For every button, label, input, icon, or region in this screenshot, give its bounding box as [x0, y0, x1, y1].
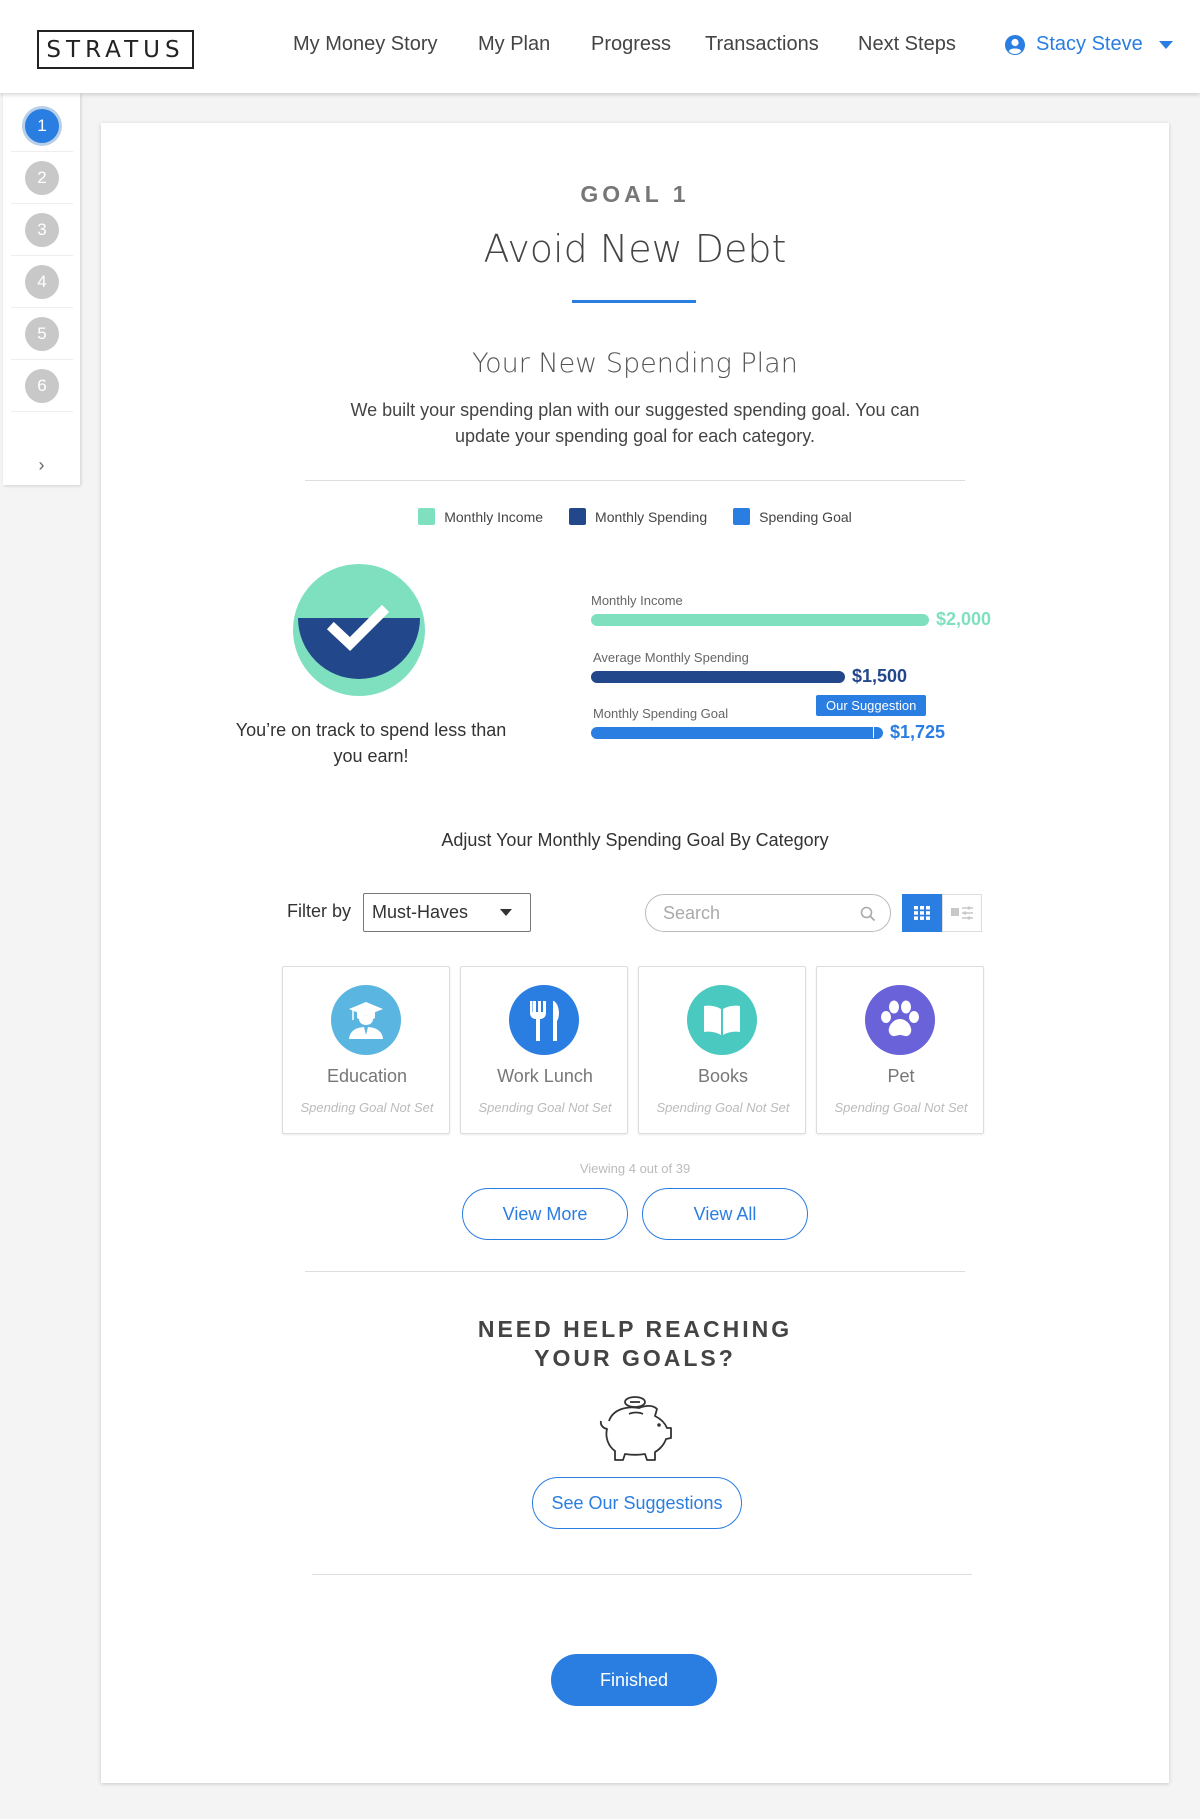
- paw-icon: [865, 985, 935, 1055]
- title-underline: [572, 300, 696, 303]
- step-1-number: 1: [25, 108, 59, 143]
- nav-my-plan[interactable]: My Plan: [478, 33, 550, 56]
- piggy-bank-icon: [599, 1396, 672, 1461]
- step-1[interactable]: 1: [11, 100, 73, 152]
- legend-item-spending: Monthly Spending: [569, 508, 707, 525]
- help-title: NEED HELP REACHING YOUR GOALS?: [101, 1315, 1169, 1373]
- legend-swatch-spending: [569, 508, 587, 525]
- filter-value: Must-Haves: [372, 902, 469, 922]
- category-status: Spending Goal Not Set: [834, 1100, 968, 1115]
- search-icon: [860, 906, 876, 922]
- view-more-button[interactable]: View More: [462, 1188, 628, 1240]
- list-settings-icon: [951, 906, 973, 920]
- legend-label: Monthly Income: [444, 508, 544, 525]
- list-view-button[interactable]: [942, 894, 982, 932]
- category-tile-education[interactable]: Education Spending Goal Not Set: [282, 966, 450, 1134]
- category-status: Spending Goal Not Set: [478, 1100, 612, 1115]
- chevron-right-icon[interactable]: ›: [3, 455, 80, 476]
- finished-button[interactable]: Finished: [551, 1654, 717, 1706]
- category-status: Spending Goal Not Set: [300, 1100, 434, 1115]
- user-name: Stacy Steve: [1036, 33, 1143, 55]
- nav-my-money-story[interactable]: My Money Story: [293, 33, 437, 56]
- step-3-number: 3: [25, 212, 59, 247]
- user-menu[interactable]: Stacy Steve: [1004, 33, 1173, 56]
- category-name: Work Lunch: [497, 1066, 593, 1086]
- checkmark-icon: [293, 564, 425, 696]
- goal-label: GOAL 1: [580, 181, 690, 207]
- step-4[interactable]: 4: [11, 256, 73, 308]
- goal-bar[interactable]: [591, 727, 883, 739]
- spending-bar: [591, 671, 845, 683]
- goal-title: Avoid New Debt: [483, 227, 787, 271]
- graduate-icon: [331, 985, 401, 1055]
- step-2-number: 2: [25, 160, 59, 195]
- step-6-number: 6: [25, 368, 59, 403]
- step-sidebar: 1 2 3 4 5 6 ›: [3, 93, 80, 485]
- user-circle-icon: [1005, 34, 1025, 55]
- legend-item-goal: Spending Goal: [733, 508, 852, 525]
- plan-title: Your New Spending Plan: [472, 348, 798, 379]
- step-4-number: 4: [25, 264, 59, 299]
- view-all-button[interactable]: View All: [642, 1188, 808, 1240]
- plan-description: We built your spending plan with our sug…: [350, 400, 920, 446]
- step-5-number: 5: [25, 316, 59, 351]
- step-6[interactable]: 6: [11, 360, 73, 412]
- top-header: STRATUS My Money Story My Plan Progress …: [0, 0, 1200, 93]
- status-message: You’re on track to spend less than you e…: [235, 720, 507, 766]
- book-icon: [687, 985, 757, 1055]
- divider: [305, 480, 965, 481]
- spending-bar-label: Average Monthly Spending: [593, 650, 749, 665]
- help-title-line-1: NEED HELP REACHING: [477, 1316, 793, 1342]
- legend-swatch-income: [418, 508, 436, 525]
- goal-card: GOAL 1 Avoid New Debt Your New Spending …: [101, 123, 1169, 1783]
- see-suggestions-button[interactable]: See Our Suggestions: [532, 1477, 742, 1529]
- category-tile-pet[interactable]: Pet Spending Goal Not Set: [816, 966, 984, 1134]
- grid-icon: [914, 906, 930, 920]
- step-2[interactable]: 2: [11, 152, 73, 204]
- divider: [312, 1574, 972, 1575]
- legend-swatch-goal: [733, 508, 751, 525]
- chevron-down-icon[interactable]: [1158, 40, 1173, 49]
- category-name: Pet: [887, 1066, 915, 1086]
- nav-progress[interactable]: Progress: [591, 33, 671, 56]
- nav-next-steps[interactable]: Next Steps: [858, 33, 956, 56]
- suggestion-tag: Our Suggestion: [816, 695, 927, 716]
- divider: [305, 1271, 965, 1272]
- grid-view-button[interactable]: [902, 894, 942, 932]
- step-3[interactable]: 3: [11, 204, 73, 256]
- income-bar-label: Monthly Income: [591, 593, 683, 608]
- suggestion-marker: [873, 724, 874, 738]
- stratus-logo[interactable]: STRATUS: [37, 30, 194, 69]
- category-tile-work-lunch[interactable]: Work Lunch Spending Goal Not Set: [460, 966, 628, 1134]
- legend-label: Monthly Spending: [595, 508, 708, 525]
- fork-knife-icon: [509, 985, 579, 1055]
- filter-label: Filter by: [287, 901, 352, 921]
- search-placeholder: Search: [663, 902, 721, 923]
- legend-item-income: Monthly Income: [418, 508, 543, 525]
- goal-bar-value: $1,725: [890, 722, 946, 742]
- legend-label: Spending Goal: [759, 508, 852, 525]
- filter-select[interactable]: Must-Haves: [363, 893, 531, 932]
- goal-bar-label: Monthly Spending Goal: [593, 706, 729, 721]
- chevron-down-icon: [500, 909, 512, 916]
- category-tile-books[interactable]: Books Spending Goal Not Set: [638, 966, 806, 1134]
- search-input[interactable]: Search: [645, 894, 891, 932]
- step-5[interactable]: 5: [11, 308, 73, 360]
- category-name: Education: [326, 1066, 408, 1086]
- income-bar-value: $2,000: [936, 609, 992, 629]
- nav-transactions[interactable]: Transactions: [705, 33, 819, 56]
- category-status: Spending Goal Not Set: [656, 1100, 790, 1115]
- spending-bar-value: $1,500: [852, 666, 908, 686]
- viewing-count: Viewing 4 out of 39: [579, 1161, 691, 1176]
- help-title-line-2: YOUR GOALS?: [534, 1345, 736, 1371]
- adjust-title: Adjust Your Monthly Spending Goal By Cat…: [441, 830, 829, 850]
- category-name: Books: [697, 1066, 749, 1086]
- chart-legend: Monthly Income Monthly Spending Spending…: [101, 508, 1169, 525]
- income-bar: [591, 614, 929, 626]
